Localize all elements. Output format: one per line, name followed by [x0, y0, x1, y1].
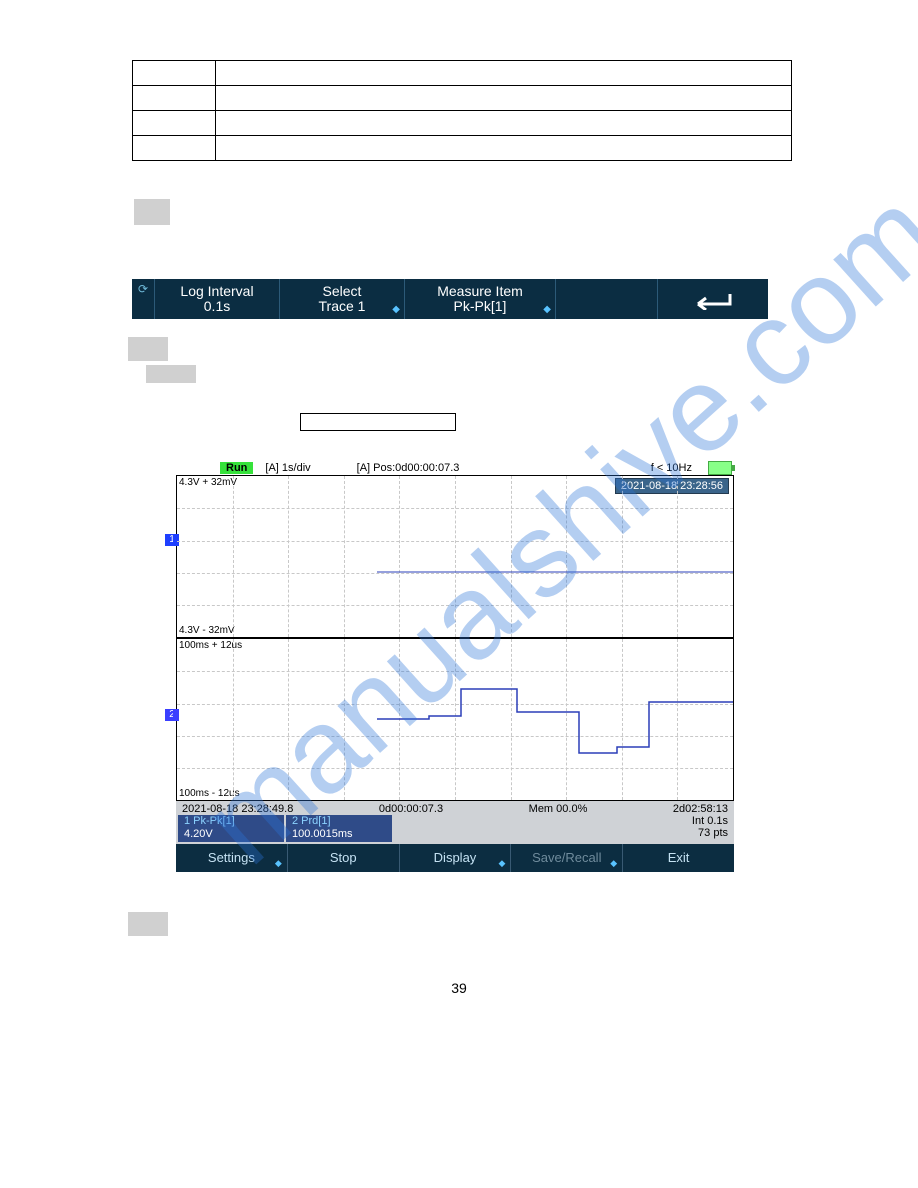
back-arrow-icon [688, 288, 738, 310]
spinner-icon: ⟳ [138, 283, 148, 296]
menu-label: Log Interval [180, 284, 253, 299]
softkey-display[interactable]: Display ◆ [399, 844, 511, 872]
arrow-indicator-icon: ◆ [498, 858, 505, 869]
measure-prd: 2 Prd[1] 100.0015ms [286, 815, 392, 841]
timebase-readout: [A] 1s/div [265, 462, 310, 474]
scope-measure-row: 1 Pk-Pk[1] 4.20V 2 Prd[1] 100.0015ms Int… [176, 815, 734, 843]
table-row [133, 61, 792, 86]
scope-status-bar: Run [A] 1s/div [A] Pos:0d00:00:07.3 f < … [176, 461, 734, 475]
info-memory: Mem 00.0% [529, 803, 588, 815]
menu-select-trace[interactable]: Select Trace 1 ◆ [279, 279, 404, 319]
info-timestamp: 2021-08-18 23:28:49.8 [182, 803, 293, 815]
softkey-exit[interactable]: Exit [622, 844, 734, 872]
run-status-badge: Run [220, 462, 253, 474]
softkey-label: Stop [330, 850, 357, 865]
menu-value: Pk-Pk[1] [454, 299, 507, 314]
arrow-indicator-icon: ◆ [610, 858, 617, 869]
softkey-label: Save/Recall [532, 850, 601, 865]
softkey-stop[interactable]: Stop [287, 844, 399, 872]
body-text-2: xx [134, 337, 818, 361]
scope-softkey-menu: Settings ◆ Stop Display ◆ Save/Recall ◆ … [176, 844, 734, 872]
info-elapsed: 0d00:00:07.3 [379, 803, 443, 815]
measure-value: 100.0015ms [292, 828, 386, 841]
trace-1-line [177, 476, 733, 637]
redacted-box [134, 199, 170, 225]
menu-empty [555, 279, 657, 319]
recorder-screenshot: Run [A] 1s/div [A] Pos:0d00:00:07.3 f < … [176, 461, 734, 871]
position-readout: [A] Pos:0d00:00:07.3 [357, 462, 460, 474]
menu-label: Select [323, 284, 362, 299]
softkey-label: Display [434, 850, 477, 865]
plot-trace-1: 4.3V + 32mV 4.3V - 32mV 2021-08-18 23:28… [176, 475, 734, 638]
redacted-box: xx [128, 912, 168, 936]
outlined-empty-box [300, 413, 456, 431]
trace-2-line [177, 639, 733, 800]
menu-measure-item[interactable]: Measure Item Pk-Pk[1] ◆ [404, 279, 555, 319]
softkey-menu-bar: ⟳ Log Interval 0.1s Select Trace 1 ◆ Mea… [132, 279, 768, 319]
softkey-save-recall[interactable]: Save/Recall ◆ [510, 844, 622, 872]
table-row [133, 86, 792, 111]
measure-name: 1 Pk-Pk[1] [184, 815, 278, 828]
arrow-indicator-icon: ◆ [275, 858, 282, 869]
redacted-box: xx [128, 337, 168, 361]
measure-value: 4.20V [184, 828, 278, 841]
menu-back[interactable] [657, 279, 768, 319]
softkey-label: Exit [668, 850, 690, 865]
menu-log-interval[interactable]: Log Interval 0.1s [154, 279, 279, 319]
body-text-4: xx [134, 912, 818, 936]
softkey-label: Settings [208, 850, 255, 865]
arrow-indicator-icon: ◆ [543, 304, 551, 315]
info-remaining: 2d02:58:13 [673, 803, 728, 815]
softkey-settings[interactable]: Settings ◆ [176, 844, 287, 872]
table-row [133, 136, 792, 161]
measure-name: 2 Prd[1] [292, 815, 386, 828]
redacted-box: xx [146, 365, 196, 383]
body-text-1 [134, 199, 818, 225]
body-text-2b: xx [134, 365, 818, 383]
menu-value: 0.1s [204, 299, 230, 314]
measure-pkpk: 1 Pk-Pk[1] 4.20V [178, 815, 284, 841]
body-text-3 [134, 413, 818, 431]
menu-value: Trace 1 [319, 299, 366, 314]
info-points: 73 pts [692, 827, 728, 839]
arrow-indicator-icon: ◆ [392, 304, 400, 315]
page-number: 39 [100, 980, 818, 996]
interval-points-info: Int 0.1s 73 pts [692, 815, 734, 841]
table-row [133, 111, 792, 136]
menu-spinner-cell: ⟳ [132, 279, 154, 319]
scope-info-row: 2021-08-18 23:28:49.8 0d00:00:07.3 Mem 0… [176, 801, 734, 815]
info-interval: Int 0.1s [692, 815, 728, 827]
specs-table [132, 60, 792, 161]
menu-label: Measure Item [437, 284, 523, 299]
frequency-readout: f < 10Hz [651, 462, 692, 474]
battery-icon [708, 461, 732, 475]
plot-trace-2: 100ms + 12us 100ms - 12us 2 [176, 638, 734, 801]
